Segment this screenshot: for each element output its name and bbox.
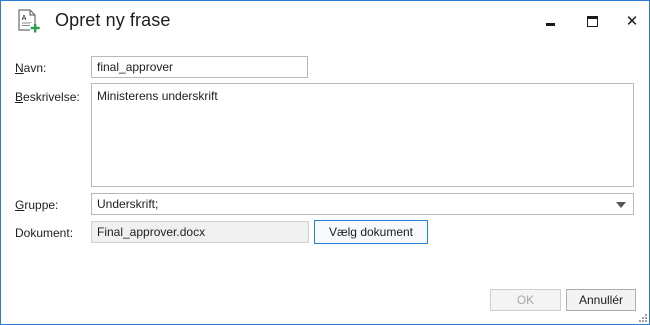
ok-button[interactable]: OK [490, 289, 561, 311]
dialog-window: A Opret ny frase ✕ Navn: final_approver … [0, 0, 650, 325]
close-button[interactable]: ✕ [617, 7, 647, 35]
choose-document-button[interactable]: Vælg dokument [314, 220, 428, 244]
group-label: Gruppe: [15, 198, 58, 212]
group-combobox-value: Underskrift; [97, 197, 159, 211]
maximize-icon [586, 15, 598, 27]
description-textarea[interactable]: Ministerens underskrift [91, 83, 634, 187]
close-icon: ✕ [625, 12, 639, 30]
name-label: Navn: [15, 61, 46, 75]
group-label-text: ruppe: [24, 198, 59, 212]
maximize-button[interactable] [577, 7, 607, 35]
minimize-button[interactable] [535, 7, 565, 35]
description-label-hotkey: B [15, 90, 24, 104]
chevron-down-icon[interactable] [616, 202, 626, 208]
group-combobox[interactable]: Underskrift; [91, 193, 634, 215]
document-field: Final_approver.docx [91, 221, 309, 243]
description-label: Beskrivelse: [15, 90, 80, 104]
document-add-icon: A [15, 8, 41, 34]
name-input[interactable]: final_approver [91, 56, 308, 78]
name-label-hotkey: N [15, 61, 24, 75]
minimize-icon [545, 22, 555, 26]
resize-grip-icon[interactable] [637, 312, 647, 322]
document-label: Dokument: [15, 226, 74, 240]
svg-text:A: A [22, 15, 27, 22]
group-label-hotkey: G [15, 198, 25, 212]
title-bar: A Opret ny frase ✕ [1, 1, 649, 41]
description-label-text: eskrivelse: [23, 90, 80, 104]
cancel-button[interactable]: Annullér [566, 289, 636, 311]
window-title: Opret ny frase [55, 10, 171, 30]
name-label-text: avn: [23, 61, 47, 75]
